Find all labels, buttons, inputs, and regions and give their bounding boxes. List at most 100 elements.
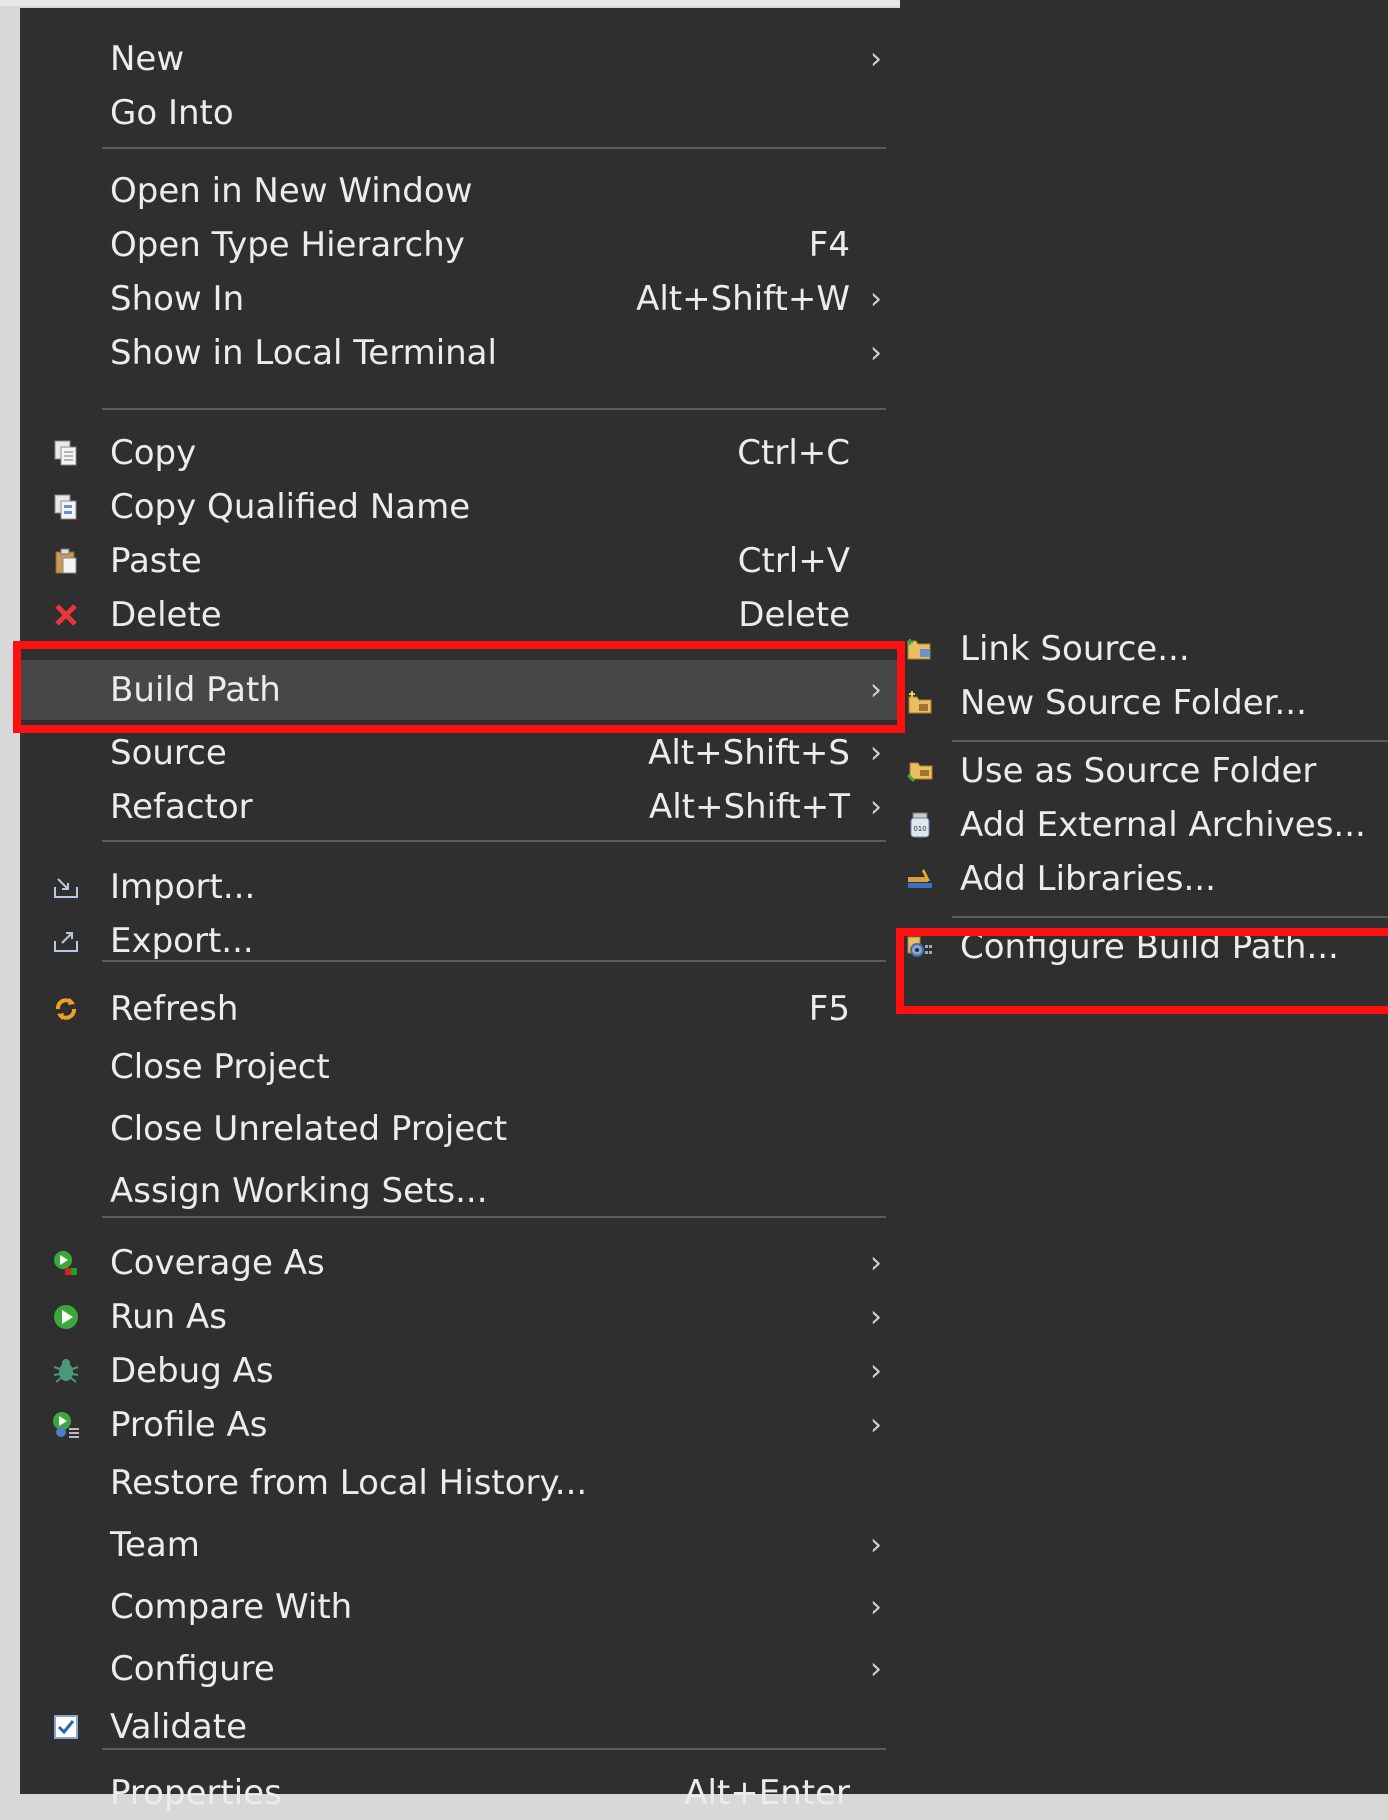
menu-item-shortcut: F4	[808, 225, 850, 265]
submenu-item-label: Add Libraries...	[960, 859, 1216, 899]
menu-item-go-into[interactable]: Go Into	[20, 86, 900, 140]
menu-item-new[interactable]: New ›	[20, 32, 900, 86]
export-icon	[52, 927, 80, 955]
link-source-icon	[906, 635, 934, 663]
submenu-arrow-icon: ›	[870, 1527, 882, 1563]
menu-item-label: Assign Working Sets...	[110, 1171, 488, 1211]
menu-item-label: New	[110, 39, 185, 79]
validate-checkbox-icon	[52, 1713, 80, 1741]
menu-item-label: Source	[110, 733, 227, 773]
submenu-item-label: Link Source...	[960, 629, 1190, 669]
menu-item-shortcut: Alt+Enter	[684, 1773, 850, 1813]
menu-item-label: Close Project	[110, 1047, 330, 1087]
submenu-separator	[952, 916, 1388, 918]
menu-item-label: Debug As	[110, 1351, 274, 1391]
menu-item-label: Coverage As	[110, 1243, 325, 1283]
menu-item-label: Profile As	[110, 1405, 268, 1445]
coverage-icon	[52, 1249, 80, 1277]
svg-text:010: 010	[913, 825, 926, 833]
menu-item-shortcut: Ctrl+V	[737, 541, 850, 581]
use-as-source-folder-icon	[906, 757, 934, 785]
menu-item-label: Configure	[110, 1649, 275, 1689]
menu-item-import[interactable]: Import...	[20, 860, 900, 914]
menu-item-restore-from-local-history[interactable]: Restore from Local History...	[20, 1456, 900, 1510]
menu-item-source[interactable]: Source Alt+Shift+S ›	[20, 726, 900, 780]
menu-item-label: Go Into	[110, 93, 234, 133]
menu-item-label: Close Unrelated Project	[110, 1109, 508, 1149]
menu-item-close-project[interactable]: Close Project	[20, 1040, 900, 1094]
menu-item-label: Open Type Hierarchy	[110, 225, 465, 265]
submenu-separator	[952, 740, 1388, 742]
menu-item-label: Paste	[110, 541, 202, 581]
menu-item-open-type-hierarchy[interactable]: Open Type Hierarchy F4	[20, 218, 900, 272]
submenu-arrow-icon: ›	[870, 281, 882, 317]
menu-item-label: Delete	[110, 595, 222, 635]
menu-item-copy-qualified-name[interactable]: Copy Qualified Name	[20, 480, 900, 534]
submenu-arrow-icon: ›	[870, 335, 882, 371]
menu-separator	[102, 960, 886, 962]
paste-icon	[52, 547, 80, 575]
debug-icon	[52, 1357, 80, 1385]
menu-item-coverage-as[interactable]: Coverage As ›	[20, 1236, 900, 1290]
menu-item-paste[interactable]: Paste Ctrl+V	[20, 534, 900, 588]
menu-item-label: Properties	[110, 1773, 282, 1813]
menu-item-team[interactable]: Team ›	[20, 1518, 900, 1572]
menu-item-label: Copy Qualified Name	[110, 487, 471, 527]
menu-item-shortcut: Alt+Shift+T	[648, 787, 850, 827]
menu-item-shortcut: Alt+Shift+S	[648, 733, 850, 773]
menu-item-label: Restore from Local History...	[110, 1463, 588, 1503]
submenu-item-link-source[interactable]: Link Source...	[902, 622, 1388, 676]
menu-item-label: Import...	[110, 867, 256, 907]
menu-item-label: Copy	[110, 433, 197, 473]
submenu-arrow-icon: ›	[870, 1353, 882, 1389]
menu-item-shortcut: F5	[808, 989, 850, 1029]
menu-item-label: Validate	[110, 1707, 248, 1747]
menu-item-copy[interactable]: Copy Ctrl+C	[20, 426, 900, 480]
submenu-item-new-source-folder[interactable]: New Source Folder...	[902, 676, 1388, 730]
new-source-folder-icon	[906, 689, 934, 717]
refresh-icon	[52, 995, 80, 1023]
submenu-item-add-libraries[interactable]: Add Libraries...	[902, 852, 1388, 906]
menu-item-show-in[interactable]: Show In Alt+Shift+W ›	[20, 272, 900, 326]
build-path-highlight-box	[13, 641, 905, 733]
menu-item-open-in-new-window[interactable]: Open in New Window	[20, 164, 900, 218]
submenu-item-label: Add External Archives...	[960, 805, 1366, 845]
copy-icon	[52, 439, 80, 467]
menu-separator	[102, 1216, 886, 1218]
import-icon	[52, 873, 80, 901]
menu-separator	[102, 840, 886, 842]
menu-item-run-as[interactable]: Run As ›	[20, 1290, 900, 1344]
menu-item-label: Compare With	[110, 1587, 353, 1627]
submenu-item-label: Use as Source Folder	[960, 751, 1317, 791]
submenu-item-use-as-source-folder[interactable]: Use as Source Folder	[902, 744, 1388, 798]
menu-separator	[102, 408, 886, 410]
menu-item-properties[interactable]: Properties Alt+Enter	[20, 1766, 900, 1820]
jar-archive-icon: 010	[906, 811, 934, 839]
menu-item-validate[interactable]: Validate	[20, 1700, 900, 1754]
libraries-icon	[906, 865, 934, 893]
menu-item-profile-as[interactable]: Profile As ›	[20, 1398, 900, 1452]
menu-item-label: Show In	[110, 279, 245, 319]
profile-icon	[52, 1411, 80, 1439]
menu-item-close-unrelated-project[interactable]: Close Unrelated Project	[20, 1102, 900, 1156]
menu-item-label: Refresh	[110, 989, 239, 1029]
menu-item-label: Open in New Window	[110, 171, 473, 211]
menu-item-configure[interactable]: Configure ›	[20, 1642, 900, 1696]
copy-qualified-name-icon	[52, 493, 80, 521]
menu-item-show-in-local-terminal[interactable]: Show in Local Terminal ›	[20, 326, 900, 380]
menu-item-shortcut: Ctrl+C	[737, 433, 850, 473]
submenu-item-label: New Source Folder...	[960, 683, 1307, 723]
submenu-arrow-icon: ›	[870, 1407, 882, 1443]
configure-build-path-highlight-box	[896, 928, 1388, 1014]
menu-item-refresh[interactable]: Refresh F5	[20, 982, 900, 1036]
submenu-arrow-icon: ›	[870, 789, 882, 825]
menu-item-refactor[interactable]: Refactor Alt+Shift+T ›	[20, 780, 900, 834]
menu-item-compare-with[interactable]: Compare With ›	[20, 1580, 900, 1634]
submenu-item-add-external-archives[interactable]: 010 Add External Archives...	[902, 798, 1388, 852]
menu-item-shortcut: Alt+Shift+W	[636, 279, 850, 319]
submenu-arrow-icon: ›	[870, 1245, 882, 1281]
menu-item-debug-as[interactable]: Debug As ›	[20, 1344, 900, 1398]
menu-item-assign-working-sets[interactable]: Assign Working Sets...	[20, 1164, 900, 1218]
menu-item-delete[interactable]: Delete Delete	[20, 588, 900, 642]
menu-item-label: Export...	[110, 921, 254, 961]
